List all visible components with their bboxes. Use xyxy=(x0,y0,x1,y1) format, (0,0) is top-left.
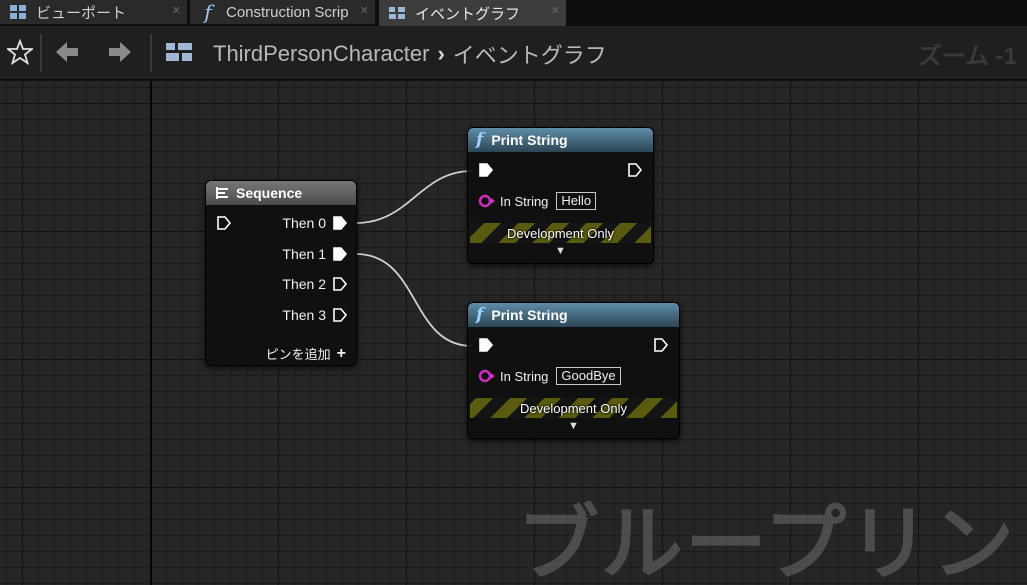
print-string-node-goodbye[interactable]: f Print String In String GoodBye Develop… xyxy=(467,302,680,439)
forward-arrow-icon[interactable] xyxy=(104,36,136,68)
tab-bar: ビューポート ✕ f Construction Scrip ✕ イベントグラフ … xyxy=(0,0,1027,26)
function-icon: f xyxy=(476,305,484,325)
in-string-input[interactable]: Hello xyxy=(556,192,597,210)
then-1-pin[interactable]: Then 1 xyxy=(282,246,348,262)
close-icon[interactable]: ✕ xyxy=(172,4,181,17)
tab-label: ビューポート xyxy=(36,4,127,22)
expand-arrow-icon[interactable]: ▼ xyxy=(568,420,579,432)
in-string-input[interactable]: GoodBye xyxy=(556,367,621,385)
exec-wire-then1 xyxy=(355,253,473,347)
favorite-star-icon[interactable] xyxy=(4,36,36,68)
divider xyxy=(150,34,152,72)
divider xyxy=(40,34,42,72)
node-header: f Print String xyxy=(468,128,653,152)
graph-icon xyxy=(387,3,407,23)
sequence-icon xyxy=(214,186,230,200)
sequence-node[interactable]: Sequence Then 0 Then 1 Then 2 Then 3 ピンを… xyxy=(205,180,357,366)
graph-toolbar: ThirdPersonCharacter › イベントグラフ ズーム -1 xyxy=(0,26,1027,80)
close-icon[interactable]: ✕ xyxy=(360,4,369,17)
node-header: Sequence xyxy=(206,181,356,205)
development-only-banner: Development Only xyxy=(470,223,651,243)
function-icon: f xyxy=(476,130,484,150)
exec-output-pin-icon xyxy=(333,216,348,230)
string-pin-icon xyxy=(478,369,495,383)
node-title: Print String xyxy=(491,132,568,148)
exec-output-pin-icon[interactable] xyxy=(653,337,669,358)
function-icon: f xyxy=(204,0,212,24)
tab-construction-script[interactable]: f Construction Scrip ✕ xyxy=(190,0,376,24)
viewport-icon xyxy=(8,2,28,22)
node-title: Print String xyxy=(491,307,568,323)
in-string-pin[interactable]: In String GoodBye xyxy=(478,367,621,385)
exec-wire-then0 xyxy=(355,170,473,224)
pin-label: In String xyxy=(500,368,549,384)
development-only-banner: Development Only xyxy=(470,398,677,418)
zoom-level: ズーム -1 xyxy=(917,43,1017,70)
breadcrumb-root[interactable]: ThirdPersonCharacter xyxy=(213,41,429,67)
development-only-label: Development Only xyxy=(520,400,627,416)
pin-label: Then 2 xyxy=(282,276,326,292)
add-pin-button[interactable]: ピンを追加 + xyxy=(266,344,346,363)
then-0-pin[interactable]: Then 0 xyxy=(282,215,348,231)
exec-output-pin-icon xyxy=(333,247,348,261)
exec-input-pin-icon[interactable] xyxy=(216,215,232,236)
exec-input-pin-icon[interactable] xyxy=(478,337,494,358)
add-pin-label: ピンを追加 xyxy=(265,347,331,362)
exec-output-pin-icon[interactable] xyxy=(627,162,643,183)
breadcrumb: ThirdPersonCharacter › イベントグラフ xyxy=(213,38,607,70)
expand-arrow-icon[interactable]: ▼ xyxy=(555,245,566,257)
print-string-node-hello[interactable]: f Print String In String Hello Developme… xyxy=(467,127,654,264)
tab-label: Construction Scrip xyxy=(226,3,349,21)
back-arrow-icon[interactable] xyxy=(51,36,83,68)
in-string-pin[interactable]: In String Hello xyxy=(478,192,597,210)
blueprint-graph-icon xyxy=(162,36,198,68)
string-pin-icon xyxy=(478,194,495,208)
close-icon[interactable]: ✕ xyxy=(551,4,560,17)
exec-input-pin-icon[interactable] xyxy=(478,162,494,183)
chevron-right-icon: › xyxy=(437,41,445,66)
development-only-label: Development Only xyxy=(507,225,614,241)
tab-label: イベントグラフ xyxy=(415,5,521,23)
pin-label: Then 0 xyxy=(282,215,326,231)
exec-output-pin-icon xyxy=(333,277,348,291)
tab-event-graph[interactable]: イベントグラフ ✕ xyxy=(379,0,567,26)
node-header: f Print String xyxy=(468,303,679,327)
tab-viewport[interactable]: ビューポート ✕ xyxy=(0,0,188,24)
node-title: Sequence xyxy=(236,185,303,201)
then-3-pin[interactable]: Then 3 xyxy=(282,307,348,323)
pin-label: Then 3 xyxy=(282,307,326,323)
pin-label: In String xyxy=(500,193,549,209)
then-2-pin[interactable]: Then 2 xyxy=(282,276,348,292)
breadcrumb-current: イベントグラフ xyxy=(452,43,607,68)
exec-output-pin-icon xyxy=(333,308,348,322)
graph-canvas[interactable]: ブループリント Sequence Then 0 Then 1 Then 2 Th xyxy=(0,81,1027,585)
pin-label: Then 1 xyxy=(282,246,326,262)
plus-icon: + xyxy=(336,344,346,362)
